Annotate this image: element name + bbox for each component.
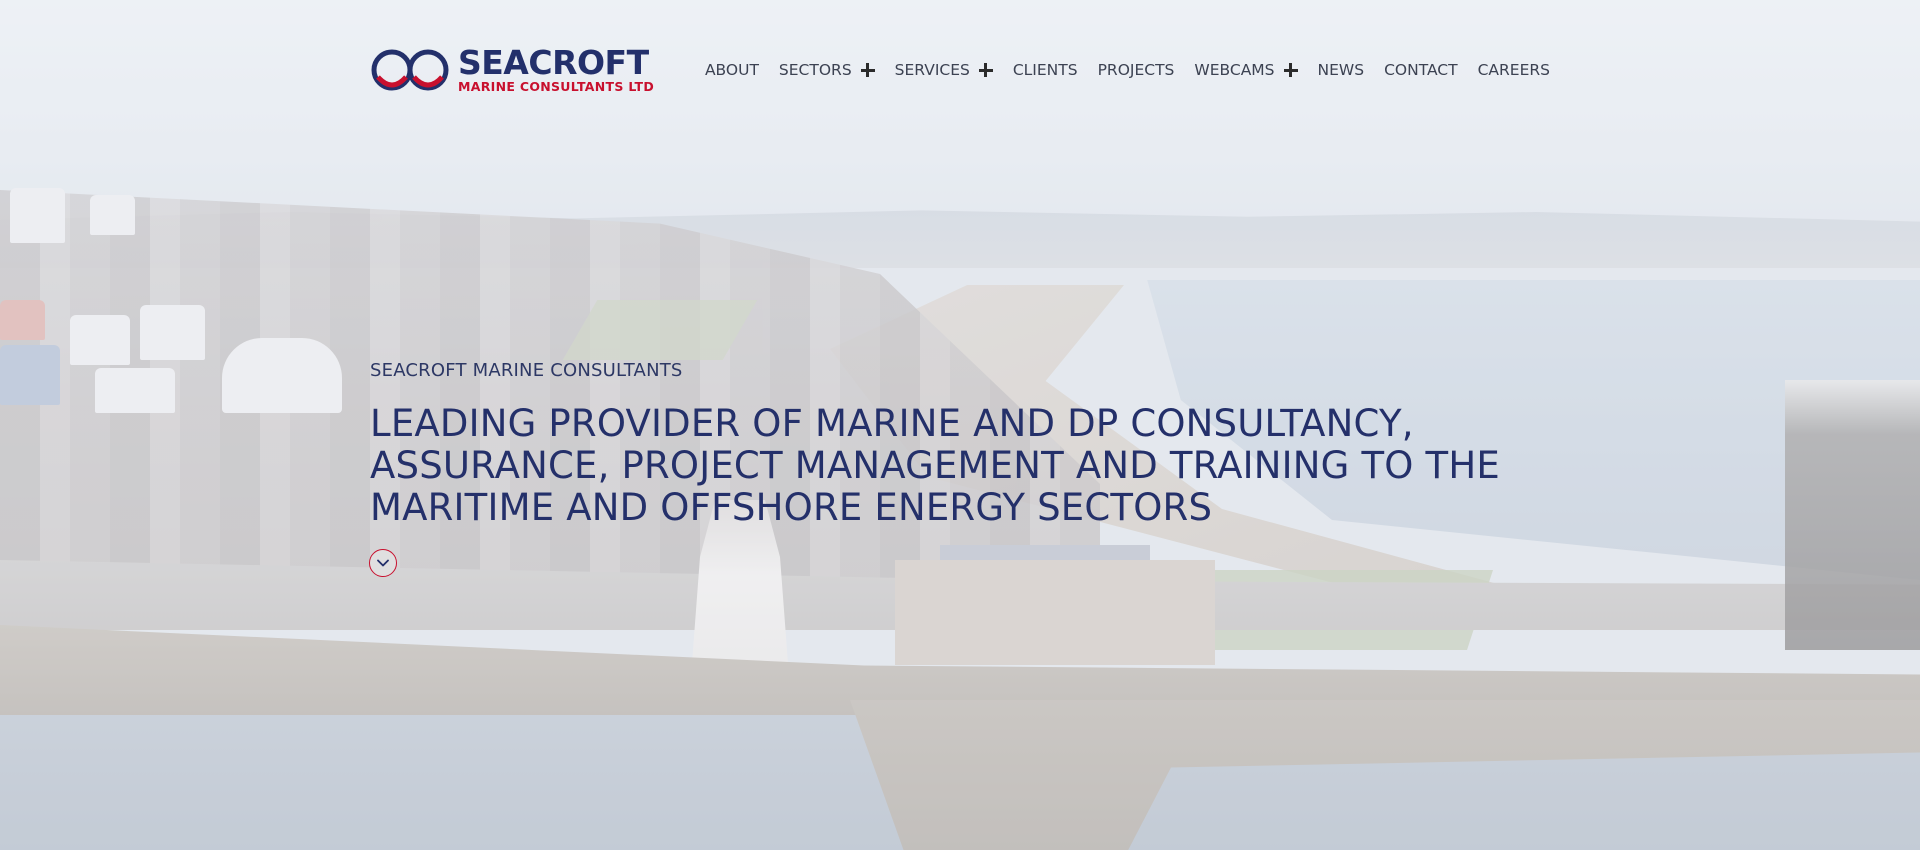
logo-mark-icon [371, 49, 449, 91]
chevron-down-icon [377, 559, 389, 567]
plus-icon[interactable] [860, 63, 875, 77]
nav-item-label: SERVICES [894, 61, 970, 79]
main-nav: ABOUT SECTORS SERVICES CLIENTS PROJECTS … [705, 61, 1550, 79]
nav-item-label: WEBCAMS [1194, 61, 1275, 79]
logo[interactable]: SEACROFT MARINE CONSULTANTS LTD [370, 46, 654, 94]
hero-eyebrow: SEACROFT MARINE CONSULTANTS [370, 360, 683, 381]
nav-item-label: SECTORS [778, 61, 852, 79]
nav-item-label: CAREERS [1477, 61, 1550, 79]
hero-section: SEACROFT MARINE CONSULTANTS LEADING PROV… [370, 360, 1520, 529]
nav-item-label: ABOUT [704, 61, 759, 79]
scroll-down-button[interactable] [369, 549, 397, 577]
nav-item-news[interactable]: NEWS [1318, 61, 1365, 79]
nav-item-label: NEWS [1317, 61, 1365, 79]
nav-item-contact[interactable]: CONTACT [1384, 61, 1458, 79]
logo-tagline: MARINE CONSULTANTS LTD [458, 79, 655, 95]
nav-item-label: CONTACT [1384, 61, 1458, 79]
plus-icon[interactable] [978, 63, 993, 77]
nav-item-label: PROJECTS [1097, 61, 1175, 79]
nav-item-careers[interactable]: CAREERS [1478, 61, 1550, 79]
nav-item-services[interactable]: SERVICES [895, 61, 993, 79]
site-header: SEACROFT MARINE CONSULTANTS LTD ABOUT SE… [370, 40, 1550, 100]
logo-title: SEACROFT [458, 43, 649, 83]
nav-item-webcams[interactable]: WEBCAMS [1194, 61, 1298, 79]
nav-item-about[interactable]: ABOUT [705, 61, 759, 79]
plus-icon[interactable] [1283, 63, 1298, 77]
hero-headline: LEADING PROVIDER OF MARINE AND DP CONSUL… [370, 402, 1500, 529]
nav-item-clients[interactable]: CLIENTS [1013, 61, 1078, 79]
nav-item-sectors[interactable]: SECTORS [779, 61, 875, 79]
nav-item-projects[interactable]: PROJECTS [1098, 61, 1175, 79]
nav-item-label: CLIENTS [1012, 61, 1078, 79]
